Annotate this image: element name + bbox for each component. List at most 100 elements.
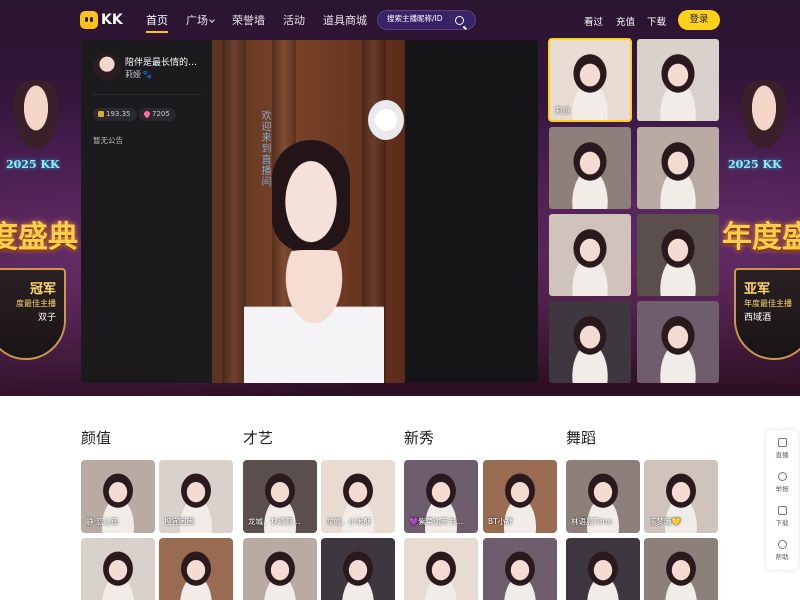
camera-icon [777, 438, 787, 447]
live-thumb[interactable]: 莉娅 [548, 38, 632, 122]
live-thumb[interactable] [549, 214, 631, 296]
stream-card[interactable] [81, 538, 155, 600]
stream-card[interactable]: 橙宜困困 [159, 460, 233, 533]
banner-rank: 亚军 [744, 282, 771, 297]
stream-card[interactable] [566, 538, 640, 600]
room-title: 陪伴是最长情的… [125, 58, 198, 68]
tool-report[interactable]: 举报 [766, 472, 798, 493]
tool-label: 帮助 [775, 553, 789, 561]
banner-year-text: 2025 KK [728, 158, 782, 171]
card-label: 静·恋心筵 [86, 517, 119, 526]
login-button[interactable]: 登录 [678, 10, 720, 30]
live-thumb[interactable] [637, 127, 719, 209]
search-icon[interactable] [455, 16, 464, 25]
coin-stat: 193.35 [93, 108, 137, 121]
card-label: 💜紫菜谢天书… [409, 517, 464, 526]
banner-winner: 双子 [37, 313, 56, 323]
tool-live[interactable]: 直播 [766, 438, 798, 459]
banner-portrait [736, 80, 792, 160]
banner-title: 年度盛 [722, 220, 800, 255]
kk-logo[interactable]: KK [80, 11, 123, 29]
stream-card[interactable]: 龙城、林清贺… [243, 460, 317, 533]
video-stream[interactable]: 欢迎来到直播间 [212, 40, 405, 383]
main-nav: 首页 广场 荣誉墙 活动 道具商城 [146, 12, 385, 33]
card-label: BT小舒 [488, 517, 513, 526]
stream-card[interactable] [404, 538, 478, 600]
coin-icon [98, 111, 104, 117]
stream-card[interactable]: BT小舒 [483, 460, 557, 533]
stream-overlay-text: 欢迎来到直播间 [259, 110, 270, 187]
video-letterbox [405, 40, 538, 383]
floating-toolbar: 直播 举报 下载 帮助 [766, 430, 798, 570]
coin-value: 193.35 [106, 110, 131, 118]
stream-card[interactable]: 💜紫菜谢天书… [404, 460, 478, 533]
card-label: 橙宜困困 [164, 517, 194, 526]
section-title-talent[interactable]: 才艺 [243, 427, 273, 448]
section-title-beauty[interactable]: 颜值 [81, 427, 111, 448]
banner-rank: 冠军 [29, 282, 56, 297]
logo-text: KK [101, 12, 123, 28]
kk-logo-icon [80, 11, 98, 29]
stream-card[interactable] [483, 538, 557, 600]
banner-rank-sub: 度最佳主播 [16, 299, 56, 308]
stream-card[interactable]: 林语晨Time [566, 460, 640, 533]
streamer-figure [272, 140, 350, 252]
tool-download[interactable]: 下载 [766, 506, 798, 527]
live-thumb[interactable] [549, 127, 631, 209]
banner-rank-sub: 年度最佳主播 [744, 299, 792, 308]
stream-card[interactable]: 龙城、小米酥 [321, 460, 395, 533]
fans-value: 7205 [152, 110, 170, 118]
right-award-banner[interactable]: 2025 KK 年度盛 亚军 年度最佳主播 西域酒 [720, 40, 800, 380]
stream-card[interactable] [159, 538, 233, 600]
nav-prop-mall[interactable]: 道具商城 [323, 12, 367, 28]
phone-icon [777, 506, 787, 515]
live-thumb[interactable] [637, 214, 719, 296]
card-label: 龙城、小米酥 [326, 517, 371, 526]
announcement: 暂无公告 [93, 136, 123, 145]
avatar[interactable] [93, 53, 121, 81]
tool-label: 直播 [775, 451, 789, 459]
tool-help[interactable]: 帮助 [766, 540, 798, 561]
stream-card[interactable] [321, 538, 395, 600]
stream-card[interactable] [243, 538, 317, 600]
live-thumb[interactable] [637, 301, 719, 383]
download-link[interactable]: 下载 [647, 14, 666, 28]
nav-square[interactable]: 广场 [186, 12, 215, 28]
stream-card[interactable]: 静·恋心筵 [81, 460, 155, 533]
live-thumb[interactable] [637, 39, 719, 121]
top-header: KK 首页 广场 荣誉墙 活动 道具商城 看过 充值 下载 登录 [0, 0, 800, 40]
streamer-figure [244, 250, 384, 383]
card-label: 龙城、林清贺… [248, 517, 301, 526]
anchor-name[interactable]: 莉娅🐾 [125, 69, 152, 80]
paw-icon: 🐾 [142, 70, 152, 79]
stream-card[interactable]: 陈梦曦💛 [644, 460, 718, 533]
section-title-newcomer[interactable]: 新秀 [404, 427, 434, 448]
banner-winner: 西域酒 [744, 313, 772, 323]
divider [93, 94, 201, 95]
section-title-dance[interactable]: 舞蹈 [566, 427, 596, 448]
nav-events[interactable]: 活动 [283, 12, 305, 28]
left-award-banner[interactable]: 2025 KK 度盛典 冠军 度最佳主播 双子 [0, 40, 80, 380]
recharge-link[interactable]: 充值 [616, 14, 635, 28]
banner-portrait [8, 80, 64, 160]
nav-square-label: 广场 [186, 14, 208, 27]
live-player[interactable]: 陪伴是最长情的… 莉娅🐾 193.35 7205 暂无公告 欢迎来到直播间 [81, 40, 538, 383]
search-box[interactable] [377, 10, 476, 30]
banner-title: 度盛典 [0, 220, 78, 255]
history-link[interactable]: 看过 [584, 14, 603, 28]
tool-label: 举报 [775, 485, 789, 493]
search-input[interactable] [387, 14, 457, 23]
card-label: 陈梦曦💛 [649, 517, 681, 526]
live-thumb[interactable] [549, 301, 631, 383]
nav-home[interactable]: 首页 [146, 12, 168, 33]
anchor-info-panel: 陪伴是最长情的… 莉娅🐾 193.35 7205 暂无公告 [81, 40, 212, 383]
fans-stat: 7205 [139, 108, 176, 121]
stream-card[interactable] [644, 538, 718, 600]
hero-section: 2025 KK 度盛典 冠军 度最佳主播 双子 2025 KK 年度盛 亚军 年… [0, 0, 800, 396]
nav-honor-wall[interactable]: 荣誉墙 [232, 12, 265, 28]
chevron-down-icon [209, 17, 215, 23]
flower-decor [368, 100, 404, 140]
help-icon [777, 540, 787, 549]
tool-label: 下载 [775, 519, 789, 527]
anchor-name-text: 莉娅 [125, 70, 141, 79]
